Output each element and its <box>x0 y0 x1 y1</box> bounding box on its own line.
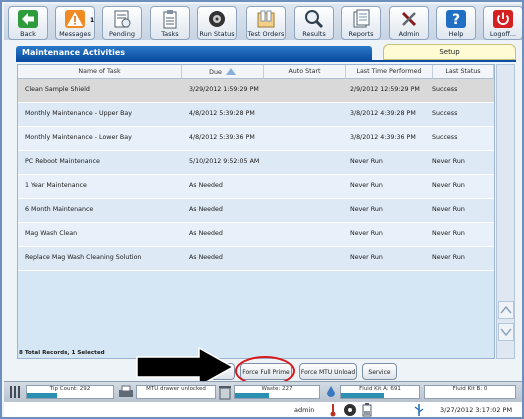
thermometer-icon <box>330 404 336 417</box>
results-button[interactable]: Results <box>294 6 334 40</box>
mtu-drawer-status: MTU drawer unlocked <box>136 385 216 399</box>
user-name: admin <box>294 406 315 414</box>
waste-gauge: Waste: 227 <box>234 385 320 399</box>
maintenance-table: Name of Task Due Auto Start Last Time Pe… <box>17 64 495 359</box>
main-toolbar: Back 1 Messages Pending Tasks Run Status… <box>4 4 522 40</box>
back-arrow-icon <box>18 10 38 28</box>
pending-icon <box>114 10 131 28</box>
grip-icon <box>10 386 20 398</box>
scroll-down-button[interactable] <box>498 323 514 341</box>
tasks-button[interactable]: Tasks <box>150 6 190 40</box>
scroll-up-button[interactable] <box>498 301 514 319</box>
header-divider <box>16 60 516 62</box>
magnifier-icon <box>305 10 324 29</box>
warning-icon <box>65 10 85 28</box>
power-icon <box>493 10 513 28</box>
logoff-button[interactable]: Logoff... <box>483 6 522 40</box>
tip-count-gauge: Tip Count: 292 <box>26 385 114 399</box>
chevron-up-icon <box>500 305 512 314</box>
messages-badge: 1 <box>90 17 95 24</box>
records-summary: 8 Total Records, 1 Selected <box>19 350 105 356</box>
table-row[interactable]: Mag Wash Clean As Needed Never Run Never… <box>18 223 494 247</box>
footer-strip: admin 3/27/2012 3:17:02 PM <box>4 402 522 417</box>
help-button[interactable]: ? Help <box>436 6 476 40</box>
usb-icon <box>414 404 424 416</box>
test-orders-button[interactable]: Test Orders <box>246 6 286 40</box>
printer-icon <box>119 385 133 397</box>
fluid-kit-a-gauge: Fluid Kit A: 691 <box>340 385 420 399</box>
column-header-name[interactable]: Name of Task <box>18 65 182 79</box>
reports-button[interactable]: Reports <box>341 6 381 40</box>
run-status-icon <box>209 11 225 27</box>
table-scrollbar[interactable] <box>496 64 515 359</box>
table-row[interactable]: Monthly Maintenance - Lower Bay 4/8/2012… <box>18 127 494 151</box>
column-header-last-status[interactable]: Last Status <box>433 65 494 79</box>
column-header-last-time[interactable]: Last Time Performed <box>346 65 433 79</box>
page-title: Maintenance Activities <box>16 46 372 60</box>
reports-icon <box>353 9 370 28</box>
run-status-button[interactable]: Run Status <box>197 6 237 40</box>
fluid-kit-b-gauge: Fluid Kit B: 0 <box>424 385 516 399</box>
back-button[interactable]: Back <box>8 6 48 40</box>
table-row[interactable]: PC Reboot Maintenance 5/10/2012 9:52:05 … <box>18 151 494 175</box>
trash-icon <box>219 386 231 400</box>
fluid-kit-icon <box>327 386 335 397</box>
help-icon: ? <box>446 10 466 28</box>
fluid-kit-a-fill <box>341 393 384 398</box>
disc-icon <box>344 404 356 416</box>
table-row[interactable]: 1 Year Maintenance As Needed Never Run N… <box>18 175 494 199</box>
column-header-due[interactable]: Due <box>182 65 264 79</box>
force-mtu-unload-button[interactable]: Force MTU Unload <box>299 363 357 380</box>
waste-fill <box>235 393 269 398</box>
table-row[interactable]: 6 Month Maintenance As Needed Never Run … <box>18 199 494 223</box>
pending-button[interactable]: Pending <box>102 6 142 40</box>
clipboard-icon <box>163 10 177 29</box>
app-window: Back 1 Messages Pending Tasks Run Status… <box>0 0 524 419</box>
sort-ascending-icon <box>225 68 236 75</box>
status-datetime: 3/27/2012 3:17:02 PM <box>440 406 513 414</box>
test-orders-icon <box>257 10 275 28</box>
chevron-down-icon <box>500 328 512 337</box>
messages-button[interactable]: 1 Messages <box>55 6 95 40</box>
table-row[interactable]: Replace Mag Wash Cleaning Solution As Ne… <box>18 247 494 271</box>
svg-text:?: ? <box>452 12 460 28</box>
admin-button[interactable]: Admin <box>389 6 429 40</box>
column-header-auto-start[interactable]: Auto Start <box>264 65 346 79</box>
tools-icon <box>401 11 417 27</box>
tip-count-fill <box>27 393 58 398</box>
table-row[interactable]: Clean Sample Shield 3/29/2012 1:59:29 PM… <box>18 79 494 103</box>
battery-icon <box>362 403 372 417</box>
tab-setup[interactable]: Setup <box>383 44 516 60</box>
table-row[interactable]: Monthly Maintenance - Upper Bay 4/8/2012… <box>18 103 494 127</box>
status-bar: Tip Count: 292 MTU drawer unlocked Waste… <box>4 381 522 402</box>
service-button[interactable]: Service <box>362 363 397 380</box>
